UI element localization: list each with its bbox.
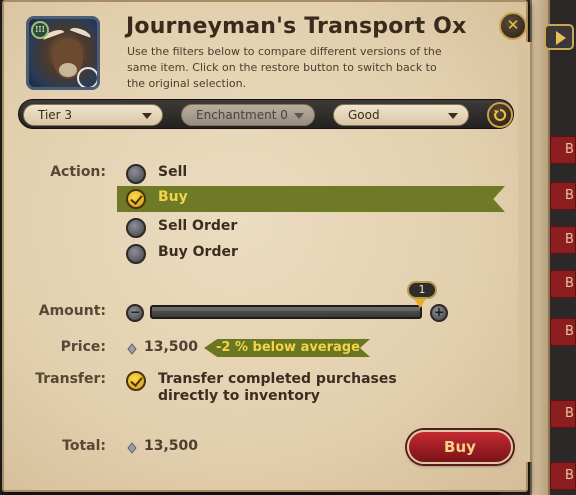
background-buy-button[interactable]: B	[550, 226, 576, 254]
amount-slider[interactable]	[150, 305, 422, 319]
action-label: Action:	[50, 164, 106, 180]
quality-dropdown-value: Good	[348, 108, 380, 122]
close-button[interactable]: ✕	[499, 12, 527, 40]
action-option-sell[interactable]: Sell	[124, 160, 504, 186]
chevron-down-icon	[448, 113, 458, 119]
action-option-buy-order[interactable]: Buy Order	[124, 240, 504, 266]
background-panel-edge	[530, 0, 550, 495]
total-label: Total:	[62, 438, 106, 454]
sell-label: Sell	[158, 164, 188, 180]
buy-label: Buy	[158, 189, 188, 205]
action-option-buy[interactable]: Buy	[117, 186, 505, 212]
transfer-label: Transfer:	[35, 371, 106, 387]
background-buy-button[interactable]: B	[550, 270, 576, 298]
amount-label: Amount:	[38, 303, 106, 319]
buy-order-radio[interactable]	[126, 244, 146, 264]
buy-order-label: Buy Order	[158, 244, 238, 260]
tier-dropdown[interactable]: Tier 3	[23, 104, 163, 126]
enchantment-dropdown-value: Enchantment 0	[196, 108, 288, 122]
background-buy-button[interactable]: B	[550, 462, 576, 490]
chevron-down-icon	[294, 113, 304, 119]
restore-icon	[494, 108, 507, 121]
quality-dropdown[interactable]: Good	[333, 104, 469, 126]
trade-dialog: III Journeyman's Transport Ox Use the fi…	[2, 0, 532, 492]
background-buy-button[interactable]: B	[550, 318, 576, 346]
ox-muzzle	[59, 63, 77, 77]
price-comparison-badge: -2 % below average	[204, 339, 370, 357]
background-buy-button[interactable]: B	[550, 182, 576, 210]
minus-icon[interactable]: −	[126, 304, 144, 322]
item-description: Use the filters below to compare differe…	[127, 45, 442, 90]
price-label: Price:	[60, 339, 106, 355]
sell-order-label: Sell Order	[158, 218, 238, 234]
expand-arrow-icon[interactable]	[544, 24, 574, 50]
plus-icon[interactable]: +	[430, 304, 448, 322]
sell-order-radio[interactable]	[126, 218, 146, 238]
item-ring-icon	[77, 67, 97, 87]
transfer-option-text: Transfer completed purchases directly to…	[158, 371, 397, 404]
close-icon: ✕	[506, 16, 520, 34]
panel-page-edge	[518, 42, 532, 462]
item-title: Journeyman's Transport Ox	[126, 14, 467, 39]
background-buy-button[interactable]: B	[550, 136, 576, 164]
silver-coin-icon	[127, 442, 137, 454]
transfer-checkbox[interactable]	[126, 371, 146, 391]
filter-bar: Tier 3 Enchantment 0 Good	[18, 99, 514, 129]
amount-value: 1	[407, 281, 437, 299]
background-buy-button[interactable]: B	[550, 400, 576, 428]
item-icon: III	[26, 16, 100, 90]
tier-dropdown-value: Tier 3	[38, 108, 73, 122]
restore-button[interactable]	[487, 102, 513, 128]
buy-button[interactable]: Buy	[407, 430, 513, 464]
enchantment-dropdown[interactable]: Enchantment 0	[181, 104, 315, 126]
sell-radio[interactable]	[126, 164, 146, 184]
action-option-sell-order[interactable]: Sell Order	[124, 214, 504, 240]
buy-radio[interactable]	[126, 189, 146, 209]
chevron-down-icon	[142, 113, 152, 119]
silver-coin-icon	[127, 343, 137, 355]
total-value: 13,500	[144, 438, 199, 454]
tier-badge: III	[31, 21, 49, 39]
price-value: 13,500	[144, 339, 199, 355]
